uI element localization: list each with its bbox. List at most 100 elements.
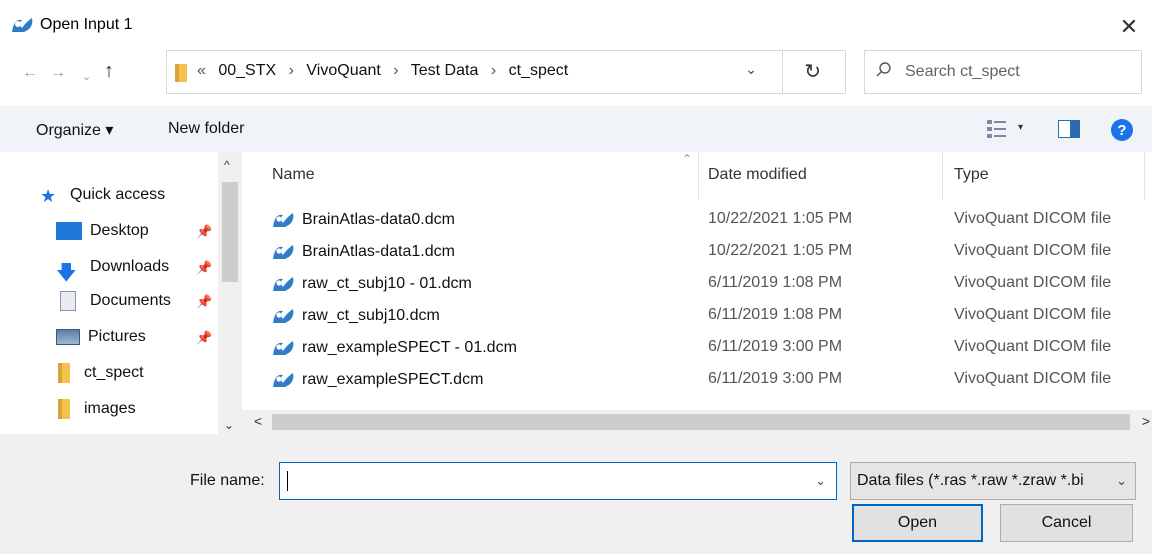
- sidebar-item-label: Desktop: [90, 222, 149, 239]
- column-header-type[interactable]: Type: [954, 166, 989, 206]
- folder-icon: [175, 64, 187, 82]
- search-box[interactable]: Search ct_spect: [864, 50, 1142, 94]
- scrollbar-thumb[interactable]: [222, 182, 238, 282]
- chevron-down-icon[interactable]: ⌄: [745, 61, 757, 78]
- scroll-right-icon[interactable]: >: [1142, 413, 1150, 429]
- sidebar-item-label: Quick access: [70, 186, 166, 203]
- window-title: Open Input 1: [40, 16, 133, 33]
- sidebar-item-label: ct_spect: [84, 364, 144, 381]
- sidebar-item-label: images: [84, 400, 136, 417]
- file-name-cell: BrainAtlas-data1.dcm: [272, 242, 455, 262]
- vivoquant-file-icon: [273, 309, 294, 323]
- command-bar: Organize ▾ New folder ▾ ?: [0, 106, 1152, 152]
- column-divider[interactable]: [942, 152, 943, 200]
- sidebar-scrollbar[interactable]: ^ ⌄: [218, 152, 242, 434]
- breadcrumb-item[interactable]: ct_spect: [509, 62, 569, 79]
- refresh-icon[interactable]: ↻: [804, 59, 821, 84]
- title-bar: Open Input 1 ✕: [0, 0, 1152, 54]
- file-name-cell: raw_exampleSPECT - 01.dcm: [272, 338, 517, 358]
- pin-icon[interactable]: 📌: [196, 224, 212, 240]
- chevron-down-icon[interactable]: ⌄: [1116, 473, 1127, 489]
- address-bar[interactable]: « 00_STX › VivoQuant › Test Data › ct_sp…: [166, 50, 846, 94]
- file-row[interactable]: raw_ct_subj10 - 01.dcm 6/11/2019 1:08 PM V…: [242, 270, 1152, 298]
- cancel-button[interactable]: Cancel: [1000, 504, 1133, 542]
- column-divider[interactable]: [1144, 152, 1145, 200]
- text-caret: [287, 471, 288, 491]
- file-row[interactable]: raw_exampleSPECT - 01.dcm 6/11/2019 3:00 …: [242, 334, 1152, 362]
- file-name-cell: raw_ct_subj10 - 01.dcm: [272, 274, 472, 294]
- vivoquant-app-icon: [12, 18, 33, 32]
- organize-button[interactable]: Organize ▾: [36, 120, 113, 140]
- file-name-label: File name:: [190, 472, 265, 489]
- file-date-cell: 10/22/2021 1:05 PM: [708, 242, 853, 259]
- open-button[interactable]: Open: [852, 504, 983, 542]
- sidebar-item-label: Downloads: [90, 258, 170, 275]
- file-date-cell: 6/11/2019 1:08 PM: [708, 274, 843, 291]
- file-type-cell: VivoQuant DICOM file: [954, 370, 1112, 387]
- sidebar-item-images[interactable]: images: [44, 394, 136, 424]
- sort-ascending-icon: ⌃: [682, 152, 693, 166]
- pin-icon[interactable]: 📌: [196, 260, 212, 276]
- breadcrumb: « 00_STX › VivoQuant › Test Data › ct_sp…: [197, 62, 568, 80]
- file-row[interactable]: raw_exampleSPECT.dcm 6/11/2019 3:00 PM Viv…: [242, 366, 1152, 394]
- sidebar-item-documents[interactable]: Documents: [56, 286, 171, 316]
- column-header-name[interactable]: Name: [272, 166, 315, 206]
- scroll-up-icon[interactable]: ^: [224, 158, 230, 172]
- breadcrumb-separator[interactable]: ›: [289, 62, 294, 79]
- search-input[interactable]: Search ct_spect: [905, 63, 1020, 81]
- chevron-down-icon[interactable]: ⌄: [815, 473, 826, 489]
- folder-icon: [58, 399, 70, 419]
- vivoquant-file-icon: [273, 245, 294, 259]
- scroll-down-icon[interactable]: ⌄: [224, 418, 234, 432]
- folder-icon: [58, 363, 70, 383]
- column-header-date[interactable]: Date modified: [708, 166, 807, 206]
- sidebar-item-ct-spect[interactable]: ct_spect: [44, 358, 144, 388]
- file-name-cell: raw_ct_subj10.dcm: [272, 306, 440, 326]
- back-button[interactable]: ←: [22, 64, 38, 82]
- new-folder-button[interactable]: New folder: [168, 120, 244, 138]
- file-type-cell: VivoQuant DICOM file: [954, 274, 1112, 291]
- search-icon: [876, 62, 891, 77]
- download-icon: 🡇: [56, 262, 77, 284]
- sidebar-item-quick-access[interactable]: ★ Quick access: [40, 180, 165, 210]
- preview-pane-icon[interactable]: [1058, 120, 1080, 138]
- sidebar-item-downloads[interactable]: 🡇 Downloads: [56, 252, 170, 284]
- forward-button[interactable]: →: [50, 64, 66, 82]
- sidebar-item-desktop[interactable]: Desktop: [56, 216, 149, 246]
- pin-icon[interactable]: 📌: [196, 294, 212, 310]
- breadcrumb-item[interactable]: VivoQuant: [306, 62, 380, 79]
- file-date-cell: 6/11/2019 3:00 PM: [708, 338, 843, 355]
- breadcrumb-separator[interactable]: ›: [491, 62, 496, 79]
- file-row[interactable]: raw_ct_subj10.dcm 6/11/2019 1:08 PM VivoQu…: [242, 302, 1152, 330]
- sidebar-item-pictures[interactable]: Pictures: [56, 322, 146, 352]
- up-button[interactable]: ↑: [104, 60, 114, 83]
- view-options-icon[interactable]: [986, 118, 1010, 140]
- dialog-footer: File name: ⌄ Data files (*.ras *.raw *.z…: [0, 434, 1152, 554]
- close-icon: ✕: [1119, 14, 1139, 39]
- file-name-text: raw_ct_subj10.dcm: [302, 307, 440, 324]
- file-list-horizontal-scrollbar[interactable]: < >: [242, 410, 1152, 434]
- scroll-left-icon[interactable]: <: [254, 413, 262, 429]
- file-name-text: raw_ct_subj10 - 01.dcm: [302, 275, 472, 292]
- breadcrumb-item[interactable]: Test Data: [411, 62, 479, 79]
- scrollbar-thumb[interactable]: [272, 414, 1130, 430]
- sidebar-item-label: Pictures: [88, 328, 146, 345]
- pin-icon[interactable]: 📌: [196, 330, 212, 346]
- help-icon[interactable]: ?: [1111, 119, 1133, 141]
- breadcrumb-item[interactable]: 00_STX: [218, 62, 276, 79]
- file-row[interactable]: BrainAtlas-data0.dcm 10/22/2021 1:05 PM Vi…: [242, 206, 1152, 234]
- desktop-icon: [56, 222, 82, 240]
- file-list: Name ⌃ Date modified Type BrainAtlas-dat…: [242, 152, 1152, 410]
- file-name-cell: raw_exampleSPECT.dcm: [272, 370, 483, 390]
- file-name-text: BrainAtlas-data1.dcm: [302, 243, 455, 260]
- recent-locations-button[interactable]: ⌄: [82, 70, 91, 83]
- file-name-field[interactable]: ⌄: [279, 462, 837, 500]
- column-divider[interactable]: [698, 152, 699, 200]
- file-row[interactable]: BrainAtlas-data1.dcm 10/22/2021 1:05 PM Vi…: [242, 238, 1152, 266]
- breadcrumb-separator[interactable]: ›: [393, 62, 398, 79]
- close-button[interactable]: ✕: [1106, 0, 1152, 54]
- file-type-filter[interactable]: Data files (*.ras *.raw *.zraw *.bi ⌄: [850, 462, 1136, 500]
- view-options-caret[interactable]: ▾: [1018, 122, 1023, 133]
- file-type-filter-value: Data files (*.ras *.raw *.zraw *.bi: [857, 472, 1084, 489]
- breadcrumb-overflow[interactable]: «: [197, 62, 206, 79]
